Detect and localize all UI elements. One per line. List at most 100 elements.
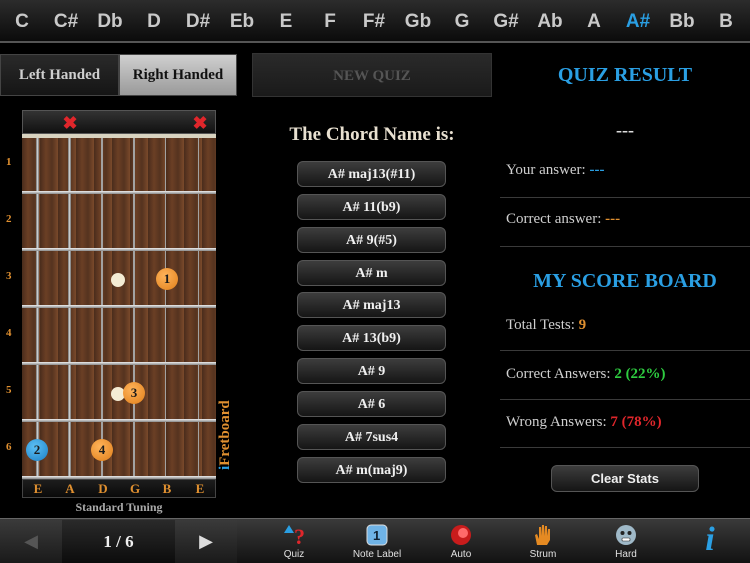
correct-answers-value: 2 (22%) [614,366,666,382]
score-board-title: MY SCORE BOARD [533,270,717,292]
wrong-answers-value: 7 (78%) [610,414,662,430]
finger-dot[interactable]: 1 [156,268,178,290]
correct-answer-row: Correct answer: --- [506,211,620,228]
tool-auto[interactable]: Auto [426,520,496,563]
key-g-flat[interactable]: Gb [396,0,440,43]
answer-choice[interactable]: A# 7sus4 [297,424,446,450]
fret-number: 3 [6,270,12,282]
answer-choice[interactable]: A# m [297,260,446,286]
tool-label: Note Label [352,549,402,560]
answer-choice[interactable]: A# 9 [297,358,446,384]
your-answer-label: Your answer: [506,162,590,178]
correct-answer-value: --- [605,211,621,227]
clear-stats-button[interactable]: Clear Stats [551,465,699,492]
key-a-flat[interactable]: Ab [528,0,572,43]
left-handed-button[interactable]: Left Handed [0,54,119,96]
mute-x-icon[interactable]: ✖ [191,114,209,132]
quiz-result-title: QUIZ RESULT [557,64,693,86]
wrong-answers-row: Wrong Answers: 7 (78%) [506,414,662,431]
string-name: B [162,481,172,496]
key-c-sharp[interactable]: C# [44,0,88,43]
correct-answers-row: Correct Answers: 2 (22%) [506,366,666,383]
right-handed-button[interactable]: Right Handed [119,54,237,96]
string-name: G [129,481,141,496]
string-b [165,138,166,483]
string-e-high [198,138,199,483]
fret-wire [22,419,216,422]
tool-hard[interactable]: Hard [591,520,661,563]
key-selector-bar: C C# Db D D# Eb E F F# Gb G G# Ab A A# B… [0,0,750,43]
key-d-flat[interactable]: Db [88,0,132,43]
fret-number: 1 [6,156,12,168]
string-a [68,138,71,483]
page-indicator: 1 / 6 [62,520,175,563]
fret-wire [22,248,216,251]
key-d-sharp[interactable]: D# [176,0,220,43]
brand-logo: iFretboard [217,400,234,470]
answer-choice[interactable]: A# maj13 [297,292,446,318]
finger-dot-root[interactable]: 2 [26,439,48,461]
key-b[interactable]: B [704,0,748,43]
answer-choice[interactable]: A# 9(#5) [297,227,446,253]
key-a-sharp[interactable]: A# [616,0,660,43]
inlay-marker [111,273,125,287]
finger-dot[interactable]: 3 [123,382,145,404]
next-button[interactable]: ▶ [175,520,237,563]
mute-bar: ✖ ✖ [22,110,216,134]
wrong-answers-label: Wrong Answers: [506,414,611,430]
brand-prefix: i [217,465,233,470]
finger-dot[interactable]: 4 [91,439,113,461]
string-name: A [65,481,75,496]
divider [500,350,750,351]
fret-number: 5 [6,384,12,396]
tool-quiz[interactable]: ? Quiz [259,520,329,563]
chord-question-heading: The Chord Name is: [289,124,455,145]
fretboard-wood: 1 3 4 2 [22,134,216,483]
result-chord: --- [616,120,634,140]
tool-note-label[interactable]: 1 Note Label [342,520,412,563]
divider [500,246,750,247]
key-c[interactable]: C [0,0,44,43]
total-tests-row: Total Tests: 9 [506,317,586,334]
string-name: E [195,481,205,496]
total-tests-value: 9 [578,317,587,333]
face-icon [616,525,636,545]
key-d[interactable]: D [132,0,176,43]
key-f-sharp[interactable]: F# [352,0,396,43]
answer-choice[interactable]: A# 11(b9) [297,194,446,220]
tool-strum[interactable]: Strum [508,520,578,563]
key-e-flat[interactable]: Eb [220,0,264,43]
your-answer-value: --- [589,162,605,178]
fret-number: 6 [6,441,12,453]
fret-number: 4 [6,327,12,339]
answer-choice[interactable]: A# 13(b9) [297,325,446,351]
key-g[interactable]: G [440,0,484,43]
answer-choice[interactable]: A# m(maj9) [297,457,446,483]
answer-choice[interactable]: A# 6 [297,391,446,417]
triangle-right-icon: ▶ [199,531,213,551]
key-b-flat[interactable]: Bb [660,0,704,43]
fret-wire [22,305,216,308]
fretboard: ✖ ✖ 1 3 4 2 E A D G B E [22,110,216,498]
tool-label: Quiz [283,549,305,560]
string-g [133,138,135,483]
tool-label: Strum [529,549,557,560]
divider [500,197,750,198]
key-g-sharp[interactable]: G# [484,0,528,43]
divider [500,447,750,448]
new-quiz-button[interactable]: NEW QUIZ [252,53,492,97]
correct-answers-label: Correct Answers: [506,366,615,382]
string-name: E [33,481,43,496]
mute-x-icon[interactable]: ✖ [61,114,79,132]
previous-button[interactable]: ◀ [0,520,62,563]
info-icon[interactable]: i [697,520,723,560]
key-e[interactable]: E [264,0,308,43]
correct-answer-label: Correct answer: [506,211,606,227]
key-f[interactable]: F [308,0,352,43]
brand-name: Fretboard [217,400,233,466]
answer-choice[interactable]: A# maj13(#11) [297,161,446,187]
key-a[interactable]: A [572,0,616,43]
divider [500,399,750,400]
hand-icon [535,525,550,545]
question-icon: ? [284,524,305,547]
